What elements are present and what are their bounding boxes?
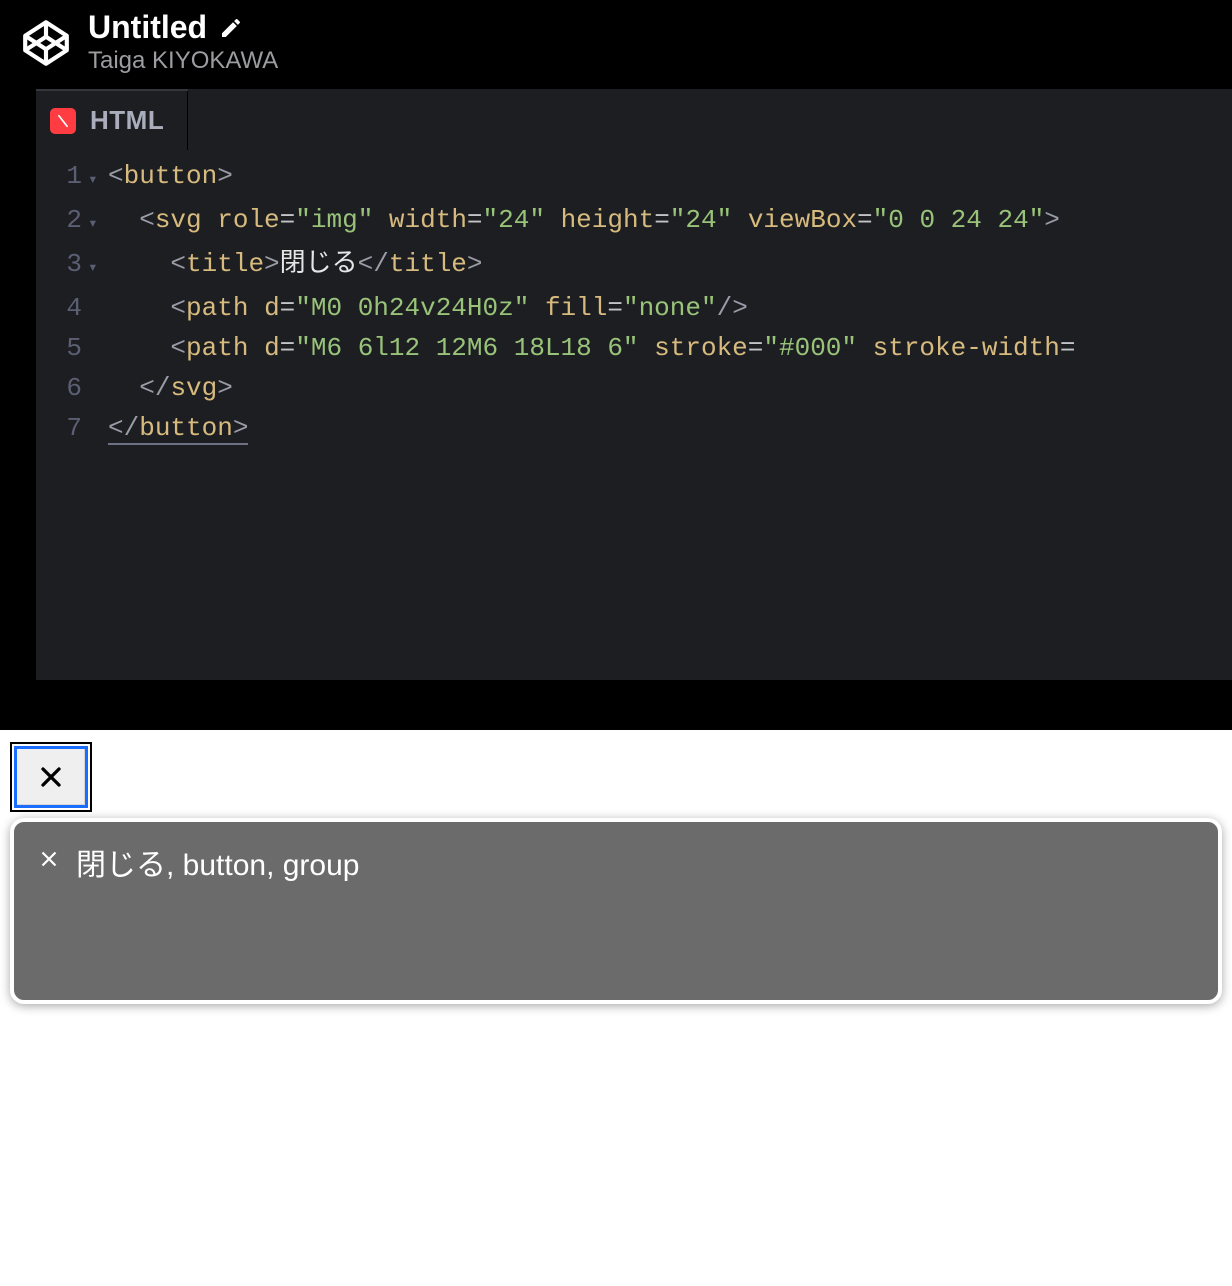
line-number: 7 [36,408,88,448]
fold-caret-icon[interactable]: ▾ [88,156,108,200]
line-number: 6 [36,368,88,408]
code-content: <path d="M0 0h24v24H0z" fill="none"/> [108,288,1232,328]
code-editor[interactable]: 1▾<button>2▾ <svg role="img" width="24" … [36,150,1232,680]
code-line[interactable]: 4 <path d="M0 0h24v24H0z" fill="none"/> [36,288,1232,328]
fold-caret-icon[interactable]: ▾ [88,244,108,288]
close-icon [35,761,67,793]
preview-button-focus-ring [10,742,92,812]
editor-section: HTML 1▾<button>2▾ <svg role="img" width=… [0,89,1232,686]
code-line[interactable]: 5 <path d="M6 6l12 12M6 18L18 6" stroke=… [36,328,1232,368]
codepen-logo-icon[interactable] [18,15,74,71]
fold-caret-icon [88,288,108,328]
pen-title[interactable]: Untitled [88,10,207,45]
tab-html[interactable]: HTML [36,89,188,150]
code-line[interactable]: 7 </button> [36,408,1232,448]
author-name[interactable]: Taiga KIYOKAWA [88,47,278,75]
line-number: 2 [36,200,88,244]
fold-caret-icon [88,328,108,368]
code-line[interactable]: 1▾<button> [36,156,1232,200]
close-icon [36,846,62,872]
fold-caret-icon [88,368,108,408]
html-badge-icon [50,108,76,134]
tooltip-text: 閉じる, button, group [76,840,359,884]
line-number: 1 [36,156,88,200]
edit-title-icon[interactable] [219,16,243,40]
editor-tab-bar: HTML [36,89,1232,150]
code-content: <title>閉じる</title> [108,244,1232,288]
code-content: </svg> [108,368,1232,408]
code-content: <path d="M6 6l12 12M6 18L18 6" stroke="#… [108,328,1232,368]
fold-caret-icon[interactable]: ▾ [88,200,108,244]
line-number: 4 [36,288,88,328]
editor-bottom-bar [0,686,1232,730]
preview-pane: 閉じる, button, group [0,730,1232,1270]
line-number: 3 [36,244,88,288]
title-block: Untitled Taiga KIYOKAWA [88,10,278,75]
app-header: Untitled Taiga KIYOKAWA [0,0,1232,89]
code-line[interactable]: 2▾ <svg role="img" width="24" height="24… [36,200,1232,244]
tab-label: HTML [90,105,164,136]
code-line[interactable]: 3▾ <title>閉じる</title> [36,244,1232,288]
line-number: 5 [36,328,88,368]
code-line[interactable]: 6 </svg> [36,368,1232,408]
code-content: </button> [108,408,1232,448]
close-button[interactable] [14,746,88,808]
accessibility-tooltip: 閉じる, button, group [10,818,1222,1004]
fold-caret-icon [88,408,108,448]
code-content: <button> [108,156,1232,200]
code-content: <svg role="img" width="24" height="24" v… [108,200,1232,244]
